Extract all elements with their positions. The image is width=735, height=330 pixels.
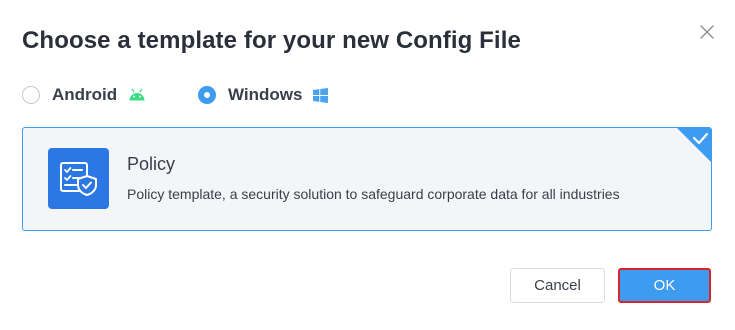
- android-radio[interactable]: [22, 86, 40, 104]
- windows-radio[interactable]: [198, 86, 216, 104]
- policy-shield-icon: [48, 148, 109, 209]
- windows-label: Windows: [228, 85, 303, 104]
- dialog-title: Choose a template for your new Config Fi…: [22, 27, 521, 54]
- template-description: Policy template, a security solution to …: [127, 186, 620, 202]
- cancel-button[interactable]: Cancel: [510, 268, 605, 303]
- android-icon: [128, 88, 146, 102]
- selected-check-icon: [677, 128, 711, 162]
- platform-option-windows[interactable]: Windows: [198, 84, 329, 106]
- platform-option-android[interactable]: Android: [22, 84, 146, 106]
- close-button[interactable]: [697, 22, 717, 42]
- config-template-dialog: Choose a template for your new Config Fi…: [0, 0, 735, 330]
- template-name: Policy: [127, 154, 176, 174]
- close-icon: [700, 25, 714, 39]
- ok-button[interactable]: OK: [618, 268, 711, 303]
- android-label: Android: [52, 85, 118, 104]
- windows-icon: [313, 87, 329, 103]
- template-card-policy[interactable]: Policy Policy template, a security solut…: [22, 127, 712, 231]
